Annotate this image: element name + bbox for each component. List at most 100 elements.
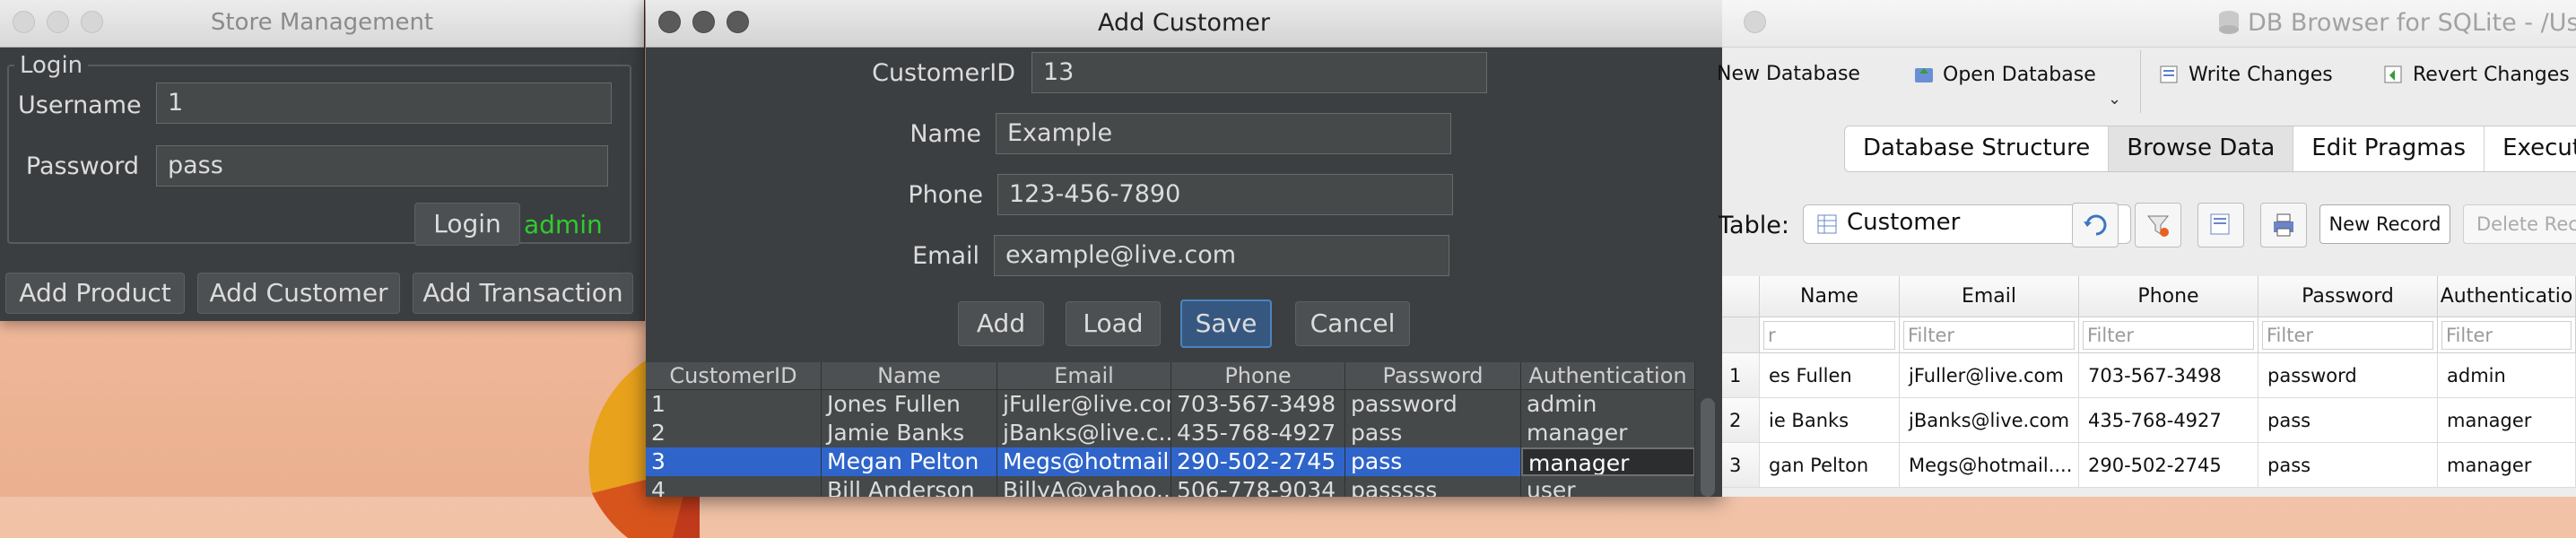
save-table-button[interactable] bbox=[2197, 203, 2244, 247]
add-customer-button[interactable]: Add Customer bbox=[197, 273, 400, 314]
table-cell[interactable]: 4 bbox=[646, 476, 822, 497]
column-header[interactable]: Name bbox=[1760, 276, 1900, 317]
customer-id-input[interactable]: 13 bbox=[1031, 52, 1487, 93]
table-cell[interactable]: 2 bbox=[646, 419, 822, 447]
table-row[interactable]: 1 Jones Fullen jFuller@live.com 703-567-… bbox=[646, 390, 1695, 419]
table-cell[interactable]: passsss bbox=[1345, 476, 1521, 497]
table-cell[interactable]: admin bbox=[1521, 390, 1695, 419]
cancel-button[interactable]: Cancel bbox=[1295, 301, 1410, 346]
new-database-button[interactable]: New Database bbox=[1717, 63, 1860, 85]
grid-row[interactable]: 1 es Fullen jFuller@live.com 703-567-349… bbox=[1722, 353, 2576, 398]
filter-input[interactable]: r bbox=[1763, 321, 1895, 350]
column-header[interactable]: Name bbox=[822, 362, 997, 389]
grid-cell[interactable]: ie Banks bbox=[1760, 398, 1900, 443]
data-grid[interactable]: Name Email Phone Password Authenticatio … bbox=[1722, 276, 2576, 488]
filter-input[interactable]: Filter bbox=[2083, 321, 2254, 350]
table-cell[interactable]: password bbox=[1345, 390, 1521, 419]
grid-cell[interactable]: es Fullen bbox=[1760, 353, 1900, 398]
email-input[interactable]: example@live.com bbox=[994, 235, 1449, 276]
table-cell[interactable]: pass bbox=[1345, 419, 1521, 447]
table-cell[interactable]: 506-778-9034 bbox=[1171, 476, 1345, 497]
table-cell[interactable]: 1 bbox=[646, 390, 822, 419]
table-cell[interactable]: Bill Anderson bbox=[822, 476, 997, 497]
revert-changes-button[interactable]: Revert Changes bbox=[2382, 63, 2570, 86]
table-cell[interactable]: BillyA@yahoo.... bbox=[997, 476, 1171, 497]
table-row[interactable]: 2 Jamie Banks jBanks@live.c... 435-768-4… bbox=[646, 419, 1695, 447]
username-input[interactable]: 1 bbox=[156, 82, 612, 124]
phone-input[interactable]: 123-456-7890 bbox=[997, 174, 1453, 215]
open-database-button[interactable]: Open Database bbox=[1912, 63, 2096, 86]
table-cell[interactable]: 435-768-4927 bbox=[1171, 419, 1345, 447]
table-cell[interactable]: jFuller@live.com bbox=[997, 390, 1171, 419]
grid-cell[interactable]: 290-502-2745 bbox=[2079, 443, 2258, 488]
column-header[interactable]: Password bbox=[2258, 276, 2438, 317]
table-cell[interactable]: pass bbox=[1345, 447, 1521, 476]
grid-row[interactable]: 2 ie Banks jBanks@live.com 435-768-4927 … bbox=[1722, 398, 2576, 443]
table-scrollbar[interactable] bbox=[1694, 362, 1722, 497]
add-product-button[interactable]: Add Product bbox=[5, 273, 185, 314]
column-header[interactable]: Phone bbox=[1171, 362, 1345, 389]
grid-cell[interactable]: jFuller@live.com bbox=[1900, 353, 2079, 398]
column-header[interactable]: Password bbox=[1345, 362, 1521, 389]
grid-cell[interactable]: 703-567-3498 bbox=[2079, 353, 2258, 398]
add-transaction-button[interactable]: Add Transaction bbox=[413, 273, 633, 314]
grid-cell[interactable]: gan Pelton bbox=[1760, 443, 1900, 488]
print-button[interactable] bbox=[2260, 203, 2307, 247]
delete-record-button[interactable]: Delete Reco bbox=[2463, 204, 2576, 244]
write-changes-button[interactable]: Write Changes bbox=[2158, 63, 2333, 86]
column-header[interactable]: Email bbox=[997, 362, 1171, 389]
table-row-selected[interactable]: 3 Megan Pelton Megs@hotmail... 290-502-2… bbox=[646, 447, 1695, 476]
grid-cell[interactable]: password bbox=[2258, 353, 2438, 398]
name-input[interactable]: Example bbox=[996, 113, 1451, 154]
column-header[interactable]: Authenticatio bbox=[2438, 276, 2576, 317]
column-header[interactable]: Email bbox=[1900, 276, 2079, 317]
save-button[interactable]: Save bbox=[1180, 299, 1272, 348]
grid-cell[interactable]: Megs@hotmail.... bbox=[1900, 443, 2079, 488]
tab-browse-data[interactable]: Browse Data bbox=[2109, 126, 2294, 171]
row-number[interactable]: 2 bbox=[1722, 398, 1760, 443]
column-header[interactable]: CustomerID bbox=[646, 362, 822, 389]
table-cell[interactable]: 703-567-3498 bbox=[1171, 390, 1345, 419]
grid-cell[interactable]: pass bbox=[2258, 443, 2438, 488]
grid-cell[interactable]: admin bbox=[2438, 353, 2576, 398]
table-cell[interactable]: 3 bbox=[646, 447, 822, 476]
table-cell-focused[interactable]: manager bbox=[1521, 447, 1695, 476]
grid-cell[interactable]: manager bbox=[2438, 398, 2576, 443]
filter-input[interactable]: Filter bbox=[2441, 321, 2572, 350]
filter-cell[interactable]: Filter bbox=[2258, 317, 2438, 353]
table-cell[interactable]: manager bbox=[1521, 419, 1695, 447]
column-header[interactable]: Authentication bbox=[1521, 362, 1695, 389]
grid-cell[interactable]: manager bbox=[2438, 443, 2576, 488]
table-cell[interactable]: Jones Fullen bbox=[822, 390, 997, 419]
table-cell[interactable]: Jamie Banks bbox=[822, 419, 997, 447]
table-cell[interactable]: jBanks@live.c... bbox=[997, 419, 1171, 447]
tab-database-structure[interactable]: Database Structure bbox=[1845, 126, 2110, 171]
tab-edit-pragmas[interactable]: Edit Pragmas bbox=[2293, 126, 2485, 171]
chevron-down-icon[interactable]: ⌄ bbox=[2108, 90, 2121, 108]
filter-input[interactable]: Filter bbox=[1903, 321, 2075, 350]
customer-table[interactable]: CustomerID Name Email Phone Password Aut… bbox=[646, 362, 1695, 497]
login-button[interactable]: Login bbox=[414, 203, 520, 246]
table-cell[interactable]: Megan Pelton bbox=[822, 447, 997, 476]
row-number[interactable]: 3 bbox=[1722, 443, 1760, 488]
column-header[interactable]: Phone bbox=[2079, 276, 2258, 317]
grid-cell[interactable]: 435-768-4927 bbox=[2079, 398, 2258, 443]
refresh-button[interactable] bbox=[2072, 203, 2119, 247]
table-cell[interactable]: 290-502-2745 bbox=[1171, 447, 1345, 476]
filter-input[interactable]: Filter bbox=[2262, 321, 2433, 350]
clear-filters-button[interactable] bbox=[2135, 203, 2181, 247]
filter-cell[interactable]: Filter bbox=[2079, 317, 2258, 353]
zoom-button[interactable] bbox=[1744, 11, 1766, 33]
table-cell[interactable]: user bbox=[1521, 476, 1695, 497]
grid-cell[interactable]: jBanks@live.com bbox=[1900, 398, 2079, 443]
table-row[interactable]: 4 Bill Anderson BillyA@yahoo.... 506-778… bbox=[646, 476, 1695, 497]
filter-cell[interactable]: Filter bbox=[1900, 317, 2079, 353]
table-cell[interactable]: Megs@hotmail... bbox=[997, 447, 1171, 476]
row-number[interactable]: 1 bbox=[1722, 353, 1760, 398]
grid-row[interactable]: 3 gan Pelton Megs@hotmail.... 290-502-27… bbox=[1722, 443, 2576, 488]
grid-cell[interactable]: pass bbox=[2258, 398, 2438, 443]
add-button[interactable]: Add bbox=[958, 301, 1044, 346]
filter-cell[interactable]: Filter bbox=[2438, 317, 2576, 353]
load-button[interactable]: Load bbox=[1066, 301, 1161, 346]
filter-cell[interactable]: r bbox=[1760, 317, 1900, 353]
